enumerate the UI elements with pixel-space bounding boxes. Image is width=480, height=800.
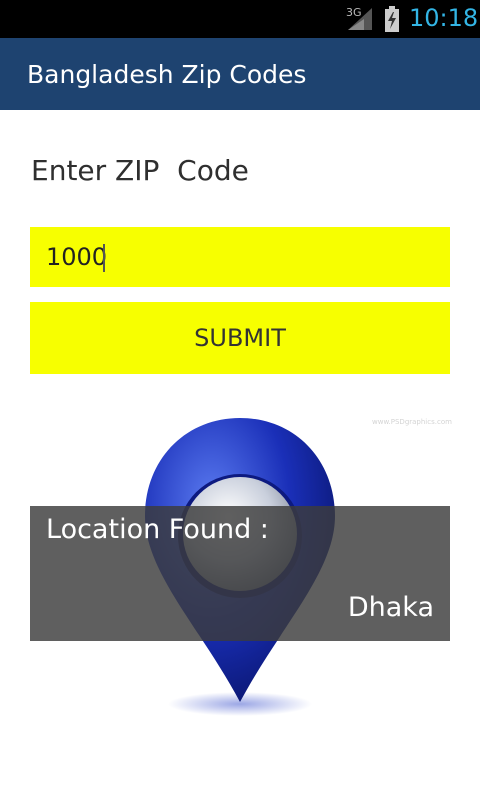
battery-charging-icon [385,6,399,32]
signal-icon [348,8,372,30]
submit-button[interactable]: SUBMIT [30,302,450,374]
result-panel: Location Found : Dhaka [30,506,450,641]
action-bar: Bangladesh Zip Codes [0,38,480,110]
location-found-label: Location Found : [46,514,269,545]
status-clock: 10:18 [409,4,479,32]
zip-prompt-label: Enter ZIP Code [31,154,249,187]
app-title: Bangladesh Zip Codes [27,60,307,89]
status-bar: 3G 10:18 [0,0,480,38]
text-cursor [103,244,105,272]
zip-code-input[interactable] [30,227,450,287]
location-result-value: Dhaka [347,592,434,623]
watermark-text: www.PSDgraphics.com [372,418,452,426]
